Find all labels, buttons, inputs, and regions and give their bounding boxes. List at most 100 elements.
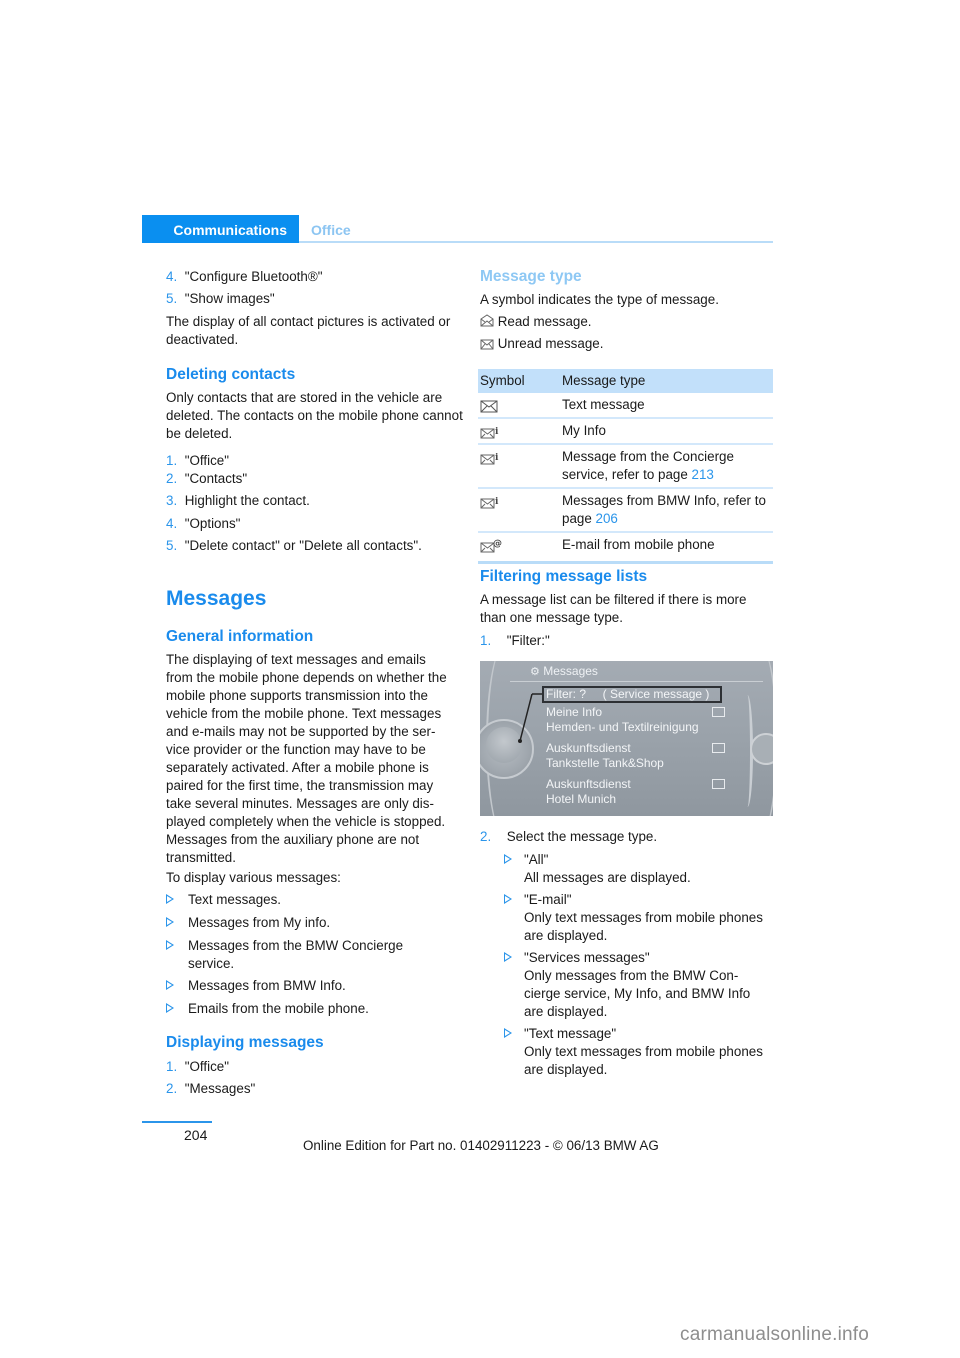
bullet-item: Text messages. bbox=[166, 891, 466, 909]
delete-step: 3. Highlight the contact. bbox=[166, 492, 310, 510]
step-number: 1. bbox=[166, 453, 178, 468]
body-line: mobile phone supports transmission into … bbox=[166, 688, 429, 703]
filter-option-services: "Services messages" Only messages from t… bbox=[504, 949, 769, 1021]
filter-step-2: 2. Select the message type. bbox=[480, 828, 657, 846]
heading-displaying-messages: Displaying messages bbox=[166, 1034, 324, 1051]
step-text: "Show images" bbox=[184, 291, 275, 306]
bullet-text: Messages from My info. bbox=[188, 915, 331, 930]
step-number: 5. bbox=[166, 538, 178, 553]
watermark[interactable]: carmanualsonline.info bbox=[680, 1324, 869, 1346]
step-number: 5. bbox=[166, 291, 178, 306]
table-row: i Message from the Concierge service, re… bbox=[478, 443, 773, 487]
step-text: "Office" bbox=[184, 453, 229, 468]
body-line: vehicle from the mobile phone. Text mess… bbox=[166, 706, 442, 721]
step-text: "Contacts" bbox=[184, 471, 248, 486]
option-desc: Only text messages from mobile phones ar… bbox=[524, 1044, 763, 1077]
envelope-info-icon: i bbox=[480, 497, 499, 509]
step-number: 2. bbox=[166, 1081, 178, 1096]
step-number: 1. bbox=[480, 633, 492, 648]
bullet-text: Messages from the BMW Concierge service. bbox=[188, 938, 404, 971]
triangle-bullet-icon bbox=[166, 940, 174, 950]
filtering-intro: A message list can be filtered if there … bbox=[480, 592, 747, 625]
body-line: transmitted. bbox=[166, 850, 236, 865]
legend-text: Read message. bbox=[497, 314, 592, 329]
body-line: separately activated. After a mobile pho… bbox=[166, 760, 429, 775]
option-desc: All messages are displayed. bbox=[524, 870, 691, 885]
section-tab-office: Office bbox=[311, 222, 351, 238]
step-number: 4. bbox=[166, 516, 178, 531]
deleting-contacts-intro: Only contacts that are stored in the veh… bbox=[166, 390, 463, 441]
header-message-type: Message type bbox=[562, 373, 646, 388]
filter-step-1: 1. "Filter:" bbox=[480, 632, 550, 650]
page-link[interactable]: 206 bbox=[596, 511, 618, 526]
triangle-bullet-icon bbox=[504, 854, 512, 864]
bullet-item: Messages from My info. bbox=[166, 914, 466, 932]
display-step: 2. "Messages" bbox=[166, 1080, 255, 1098]
option-desc: Only text messages from mobile phones ar… bbox=[524, 910, 763, 943]
body-line: and e-mails may not be supported by the … bbox=[166, 724, 436, 739]
delete-step: 5. "Delete contact" or "Delete all conta… bbox=[166, 537, 422, 555]
envelope-info-icon: i bbox=[480, 453, 499, 465]
step-configure-bluetooth: 4. "Configure Bluetooth®" bbox=[166, 268, 322, 286]
heading-deleting-contacts: Deleting contacts bbox=[166, 366, 296, 383]
filter-option-all: "All" All messages are displayed. bbox=[504, 851, 776, 887]
page-link[interactable]: 213 bbox=[692, 467, 714, 482]
idrive-messages-screen: ⚙ Messages Filter: ? ( Service message )… bbox=[480, 661, 773, 816]
heading-filtering-message-lists: Filtering message lists bbox=[480, 568, 648, 585]
bullet-text: Text messages. bbox=[188, 892, 282, 907]
heading-messages: Messages bbox=[166, 587, 267, 610]
body-line: vice provider or the function may have t… bbox=[166, 742, 426, 757]
read-message-legend: Read message. bbox=[480, 313, 592, 331]
unread-message-legend: Unread message. bbox=[480, 335, 603, 353]
delete-step: 2. "Contacts" bbox=[166, 470, 247, 488]
row-text: Messages from BMW Info, refer to page 20… bbox=[562, 492, 767, 528]
triangle-bullet-icon bbox=[504, 952, 512, 962]
step-text: "Configure Bluetooth®" bbox=[184, 269, 323, 284]
display-step: 1. "Office" bbox=[166, 1058, 229, 1076]
row-text: Message from the Concierge service, refe… bbox=[562, 448, 762, 484]
option-label: "E-mail" bbox=[524, 892, 572, 907]
row-text: Text message bbox=[562, 397, 645, 412]
legend-text: Unread message. bbox=[497, 336, 604, 351]
envelope-open-icon bbox=[480, 314, 494, 327]
envelope-closed-icon bbox=[480, 339, 494, 350]
heading-general-information: General information bbox=[166, 628, 314, 645]
table-row: i Messages from BMW Info, refer to page … bbox=[478, 487, 773, 531]
envelope-info-icon: i bbox=[480, 427, 499, 439]
bullet-text: Messages from BMW Info. bbox=[188, 978, 346, 993]
option-label: "All" bbox=[524, 852, 549, 867]
header-rule bbox=[299, 241, 773, 243]
step-text: Select the message type. bbox=[506, 829, 658, 844]
header-symbol: Symbol bbox=[480, 373, 525, 388]
delete-step: 1. "Office" bbox=[166, 452, 229, 470]
step-text: "Messages" bbox=[184, 1081, 256, 1096]
triangle-bullet-icon bbox=[504, 1028, 512, 1038]
step-number: 3. bbox=[166, 493, 178, 508]
body-line: The displaying of text messages and emai… bbox=[166, 652, 426, 667]
envelope-icon bbox=[480, 400, 498, 413]
option-desc: Only messages from the BMW Con-cierge se… bbox=[524, 968, 751, 1019]
triangle-bullet-icon bbox=[504, 894, 512, 904]
row-text: E-mail from mobile phone bbox=[562, 537, 715, 552]
body-line: Messages from the auxiliary phone are no… bbox=[166, 832, 420, 847]
body-line: take several minutes. Messages are only … bbox=[166, 796, 434, 811]
edition-notice: Online Edition for Part no. 01402911223 … bbox=[303, 1138, 659, 1153]
step-number: 1. bbox=[166, 1059, 178, 1074]
triangle-bullet-icon bbox=[166, 917, 174, 927]
footer-rule bbox=[142, 1121, 212, 1123]
message-type-intro: A symbol indicates the type of message. bbox=[480, 292, 719, 307]
general-information-body: The displaying of text messages and emai… bbox=[166, 651, 466, 867]
bullet-item: Emails from the mobile phone. bbox=[166, 1000, 466, 1018]
option-label: "Text message" bbox=[524, 1026, 617, 1041]
step-number: 2. bbox=[166, 471, 178, 486]
filter-option-email: "E-mail" Only text messages from mobile … bbox=[504, 891, 776, 945]
svg-text:i: i bbox=[495, 453, 499, 463]
display-list-intro: To display various messages: bbox=[166, 870, 341, 885]
row-text-main: Messages from BMW Info, refer to page bbox=[562, 493, 766, 526]
option-label: "Services messages" bbox=[524, 950, 650, 965]
svg-text:i: i bbox=[495, 427, 499, 437]
table-bottom-rule bbox=[478, 561, 773, 564]
heading-message-type: Message type bbox=[480, 268, 582, 285]
row-text: My Info bbox=[562, 423, 606, 438]
step-number: 4. bbox=[166, 269, 178, 284]
